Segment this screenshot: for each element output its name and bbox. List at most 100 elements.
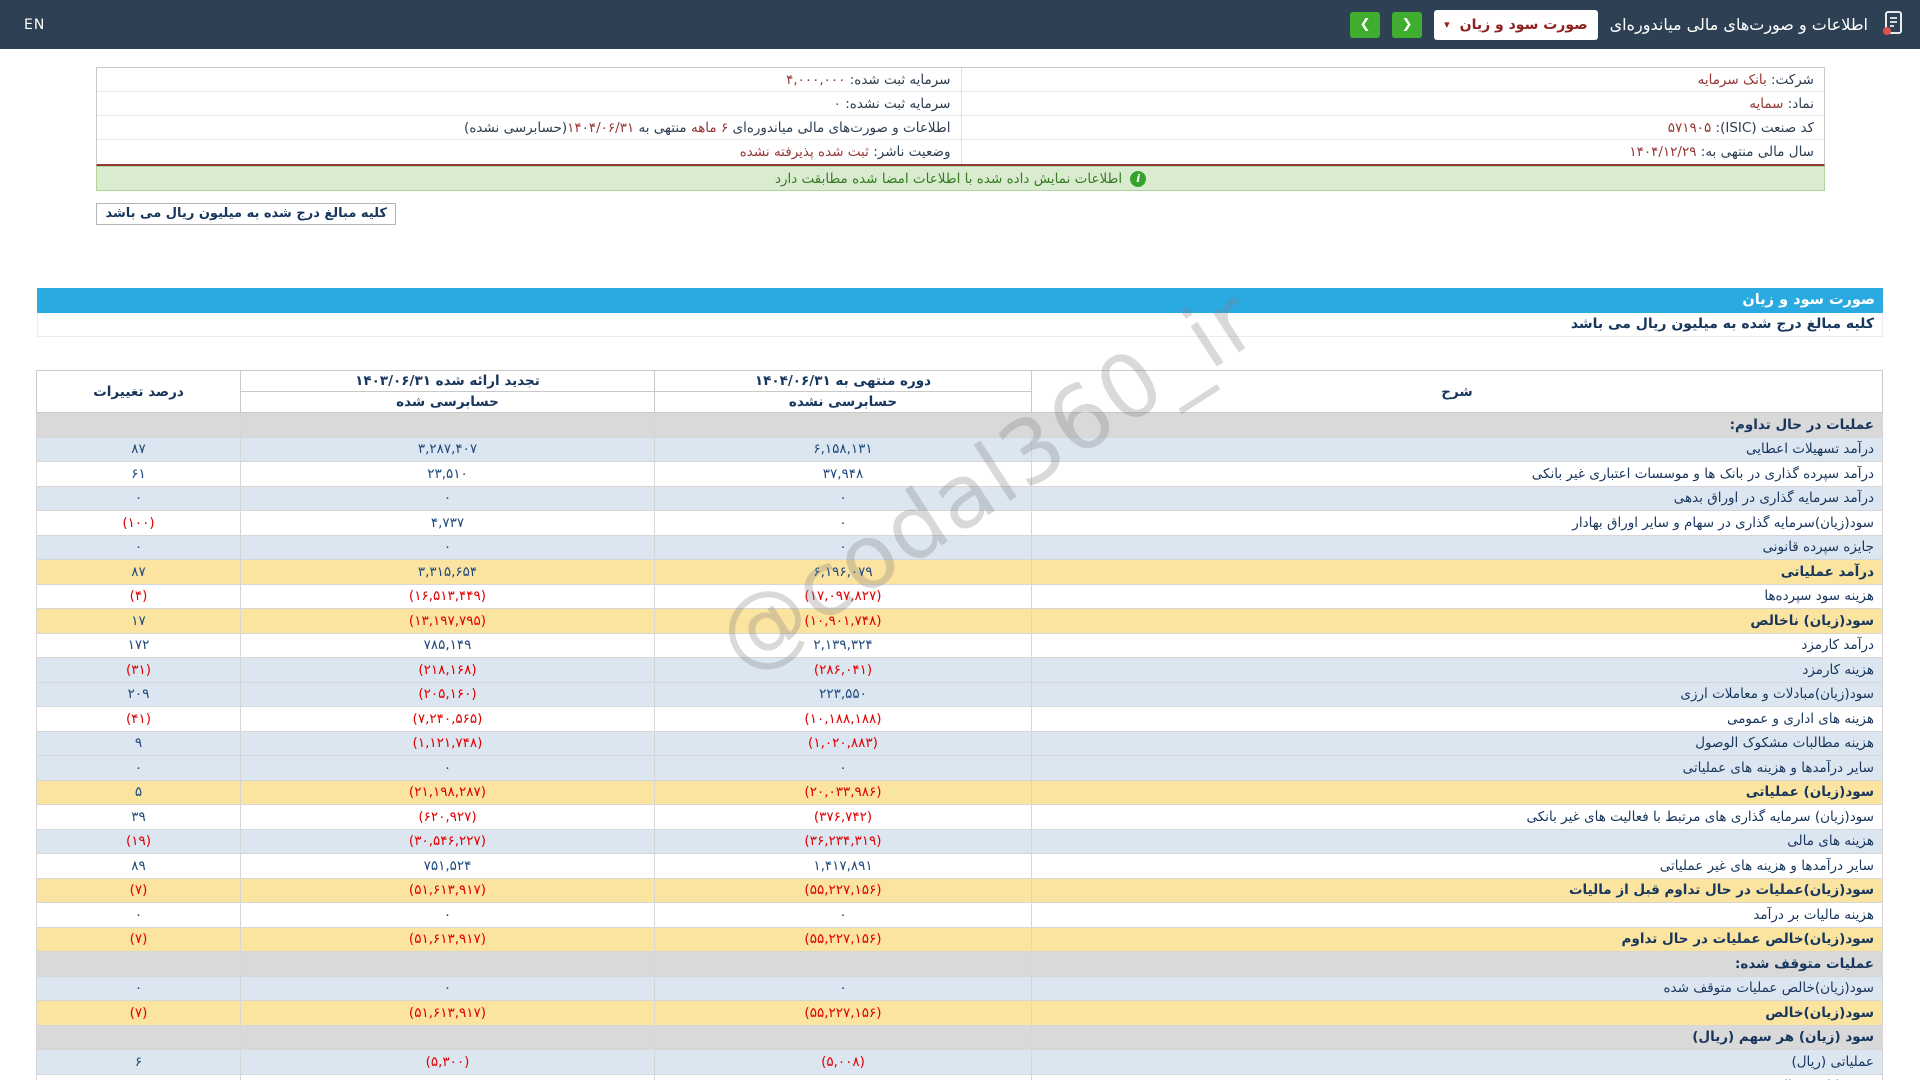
info-row: سرمایه ثبت نشده: ۰ xyxy=(97,92,961,116)
row-value: ۰ xyxy=(654,534,1032,560)
row-value: (۲۱۸,۱۶۸) xyxy=(240,657,655,683)
row-description: سود(زیان)مبادلات و معاملات ارزی xyxy=(1031,681,1883,707)
row-value xyxy=(240,951,655,977)
row-description: عملیاتی (ریال) xyxy=(1031,1049,1883,1075)
row-value: ۰ xyxy=(36,902,241,928)
row-value: (۶۲۰,۹۲۷) xyxy=(240,804,655,830)
currency-note: کلیه مبالغ درج شده به میلیون ریال می باش… xyxy=(96,203,396,225)
row-value: ۰ xyxy=(654,510,1032,536)
prev-period-button[interactable]: ❮ xyxy=(1392,11,1423,38)
col-header-period2: تجدید ارائه شده ۱۴۰۳/۰۶/۳۱ xyxy=(240,370,655,392)
row-description: هزینه های اداری و عمومی xyxy=(1031,706,1883,732)
statement-row: سود(زیان)عملیات در حال تداوم قبل از مالی… xyxy=(36,877,1883,903)
row-value: ۲۳,۵۱۰ xyxy=(240,461,655,487)
row-value: ۰ xyxy=(36,755,241,781)
row-value: ۷۵۱,۵۲۴ xyxy=(240,853,655,879)
row-value xyxy=(240,412,655,438)
topbar-right-group: اطلاعات و صورت‌های مالی میاندوره‌ای صورت… xyxy=(1350,9,1906,40)
row-value: (۱۳,۱۹۷,۷۹۵) xyxy=(240,608,655,634)
row-value: ۱,۴۱۷,۸۹۱ xyxy=(654,853,1032,879)
row-value: ۶ xyxy=(36,1049,241,1075)
row-value: (۷) xyxy=(36,926,241,952)
page-title: اطلاعات و صورت‌های مالی میاندوره‌ای xyxy=(1609,15,1868,34)
row-value: (۳۱) xyxy=(36,657,241,683)
statement-type-value: صورت سود و زیان xyxy=(1459,16,1588,33)
statement-row: سایر درآمدها و هزینه های عملیاتی ۰ ۰ ۰ xyxy=(36,755,1883,781)
info-col-left: سرمایه ثبت شده: ۴,۰۰۰,۰۰۰ سرمایه ثبت نشده… xyxy=(97,68,961,164)
row-value xyxy=(36,951,241,977)
row-value xyxy=(654,1024,1032,1050)
row-value: (۳۶,۲۳۴,۳۱۹) xyxy=(654,828,1032,854)
row-description: درآمد عملیاتی xyxy=(1031,559,1883,585)
row-value: ۳۹ xyxy=(36,804,241,830)
row-description: غیرعملیاتی (ریال) xyxy=(1031,1073,1883,1080)
row-value: ۳۷,۹۴۸ xyxy=(654,461,1032,487)
row-value xyxy=(36,412,241,438)
income-statement-table: شرح دوره منتهی به ۱۴۰۴/۰۶/۳۱ تجدید ارائه… xyxy=(36,370,1883,1080)
info-label: (حسابرسی نشده) xyxy=(464,120,568,136)
row-description: سود(زیان)خالص عملیات در حال تداوم xyxy=(1031,926,1883,952)
statement-row: سود(زیان) عملیاتی (۲۰,۰۳۳,۹۸۶) (۲۱,۱۹۸,۲۸۷… xyxy=(36,779,1883,805)
row-value: (۵۱,۶۱۳,۹۱۷) xyxy=(240,1000,655,1026)
statement-row: سود(زیان) سرمایه گذاری های مرتبط با فعال… xyxy=(36,804,1883,830)
statement-row: درآمد عملیاتی ۶,۱۹۶,۰۷۹ ۳,۳۱۵,۶۵۴ ۸۷ xyxy=(36,559,1883,585)
col-header-description: شرح xyxy=(1031,370,1883,413)
section-row: سود (زیان) هر سهم (ریال) xyxy=(36,1024,1883,1050)
statement-row: هزینه های اداری و عمومی (۱۰,۱۸۸,۱۸۸) (۷,۲۴… xyxy=(36,706,1883,732)
col-subheader-period2: حسابرسی شده xyxy=(240,391,655,413)
row-value: (۵۱,۶۱۳,۹۱۷) xyxy=(240,877,655,903)
topbar-left-group: EN xyxy=(24,17,45,33)
row-value: ۳,۳۱۵,۶۵۴ xyxy=(240,559,655,585)
row-description: سایر درآمدها و هزینه های غیر عملیاتی xyxy=(1031,853,1883,879)
company-info-table: شرکت: بانک سرمایه نماد: سمایه کد صنعت (ISI… xyxy=(96,67,1825,166)
statement-row: غیرعملیاتی (ریال)(۸,۷۹۹)(۷,۶۰۳)(۱۶) xyxy=(36,1073,1883,1080)
row-value: (۴) xyxy=(36,583,241,609)
row-value: (۷) xyxy=(36,1000,241,1026)
row-value: (۱۰۰) xyxy=(36,510,241,536)
info-row: شرکت: بانک سرمایه xyxy=(961,68,1824,92)
chevron-left-icon: ❮ xyxy=(1401,17,1413,32)
row-value: ۵ xyxy=(36,779,241,805)
row-description: سایر درآمدها و هزینه های عملیاتی xyxy=(1031,755,1883,781)
statement-row: درآمد تسهیلات اعطایی ۶,۱۵۸,۱۳۱ ۳,۲۸۷,۴۰۷ ۸۷ xyxy=(36,436,1883,462)
row-description: سود(زیان) ناخالص xyxy=(1031,608,1883,634)
statement-row: عملیاتی (ریال) (۵,۰۰۸) (۵,۳۰۰) ۶ xyxy=(36,1049,1883,1075)
statement-header: شرح دوره منتهی به ۱۴۰۴/۰۶/۳۱ تجدید ارائه… xyxy=(36,370,1883,413)
row-value: (۷,۶۰۳) xyxy=(240,1073,655,1080)
row-value: ۰ xyxy=(654,485,1032,511)
language-toggle[interactable]: EN xyxy=(24,17,45,33)
row-value: ۷۸۵,۱۴۹ xyxy=(240,632,655,658)
col-header-change: درصد تغییرات xyxy=(36,370,241,413)
row-value: ۶,۱۹۶,۰۷۹ xyxy=(654,559,1032,585)
statement-row: هزینه های مالی (۳۶,۲۳۴,۳۱۹) (۳۰,۵۴۶,۲۲۷) (۱… xyxy=(36,828,1883,854)
row-value: ۴,۷۳۷ xyxy=(240,510,655,536)
row-description: درآمد سپرده گذاری در بانک ها و موسسات اع… xyxy=(1031,461,1883,487)
info-label: اطلاعات و صورت‌های مالی میاندوره‌ای xyxy=(728,120,951,136)
row-description: درآمد تسهیلات اعطایی xyxy=(1031,436,1883,462)
row-value: (۵۱,۶۱۳,۹۱۷) xyxy=(240,926,655,952)
info-label: نماد: xyxy=(1783,96,1814,112)
info-row: وضعیت ناشر: ثبت شده پذیرفته نشده xyxy=(97,140,961,164)
statement-type-select[interactable]: صورت سود و زیان ▾ xyxy=(1434,9,1598,40)
next-period-button[interactable]: ❯ xyxy=(1350,11,1381,38)
section-row: عملیات در حال تداوم: xyxy=(36,412,1883,438)
info-label: منتهی به xyxy=(634,120,691,136)
statement-row: سایر درآمدها و هزینه های غیر عملیاتی ۱,۴۱… xyxy=(36,853,1883,879)
row-description: سود(زیان)خالص xyxy=(1031,1000,1883,1026)
statement-row: جایزه سپرده قانونی ۰ ۰ ۰ xyxy=(36,534,1883,560)
row-value: ۲۲۳,۵۵۰ xyxy=(654,681,1032,707)
statement-row: سود(زیان)خالص (۵۵,۲۲۷,۱۵۶) (۵۱,۶۱۳,۹۱۷) (۷) xyxy=(36,1000,1883,1026)
row-value xyxy=(240,1024,655,1050)
statement-row: سود(زیان)مبادلات و معاملات ارزی ۲۲۳,۵۵۰ (۲… xyxy=(36,681,1883,707)
col-header-period1: دوره منتهی به ۱۴۰۴/۰۶/۳۱ xyxy=(654,370,1032,392)
info-row: سرمایه ثبت شده: ۴,۰۰۰,۰۰۰ xyxy=(97,68,961,92)
row-value: (۱,۱۲۱,۷۴۸) xyxy=(240,730,655,756)
statement-subtitle: کلیه مبالغ درج شده به میلیون ریال می باش… xyxy=(37,313,1883,337)
row-value: (۵,۳۰۰) xyxy=(240,1049,655,1075)
row-value: (۷,۲۴۰,۵۶۵) xyxy=(240,706,655,732)
row-description: هزینه کارمزد xyxy=(1031,657,1883,683)
row-description: سود (زیان) هر سهم (ریال) xyxy=(1031,1024,1883,1050)
statement-row: هزینه کارمزد (۲۸۶,۰۴۱) (۲۱۸,۱۶۸) (۳۱) xyxy=(36,657,1883,683)
row-value: (۱۶) xyxy=(36,1073,241,1080)
row-description: درآمد سرمایه گذاری در اوراق بدهی xyxy=(1031,485,1883,511)
